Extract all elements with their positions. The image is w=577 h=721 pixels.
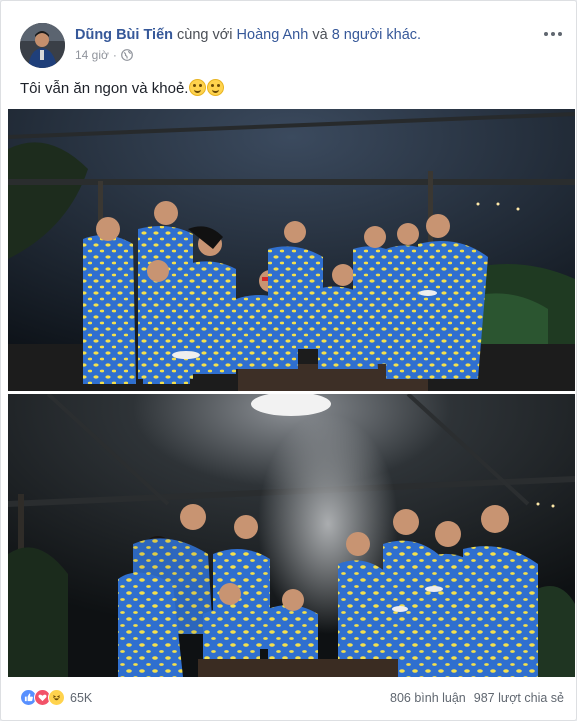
post-card: Dũng Bùi Tiến cùng với Hoàng Anh và 8 ng… xyxy=(0,0,577,721)
post-photo-2[interactable] xyxy=(8,394,575,677)
post-photo-1[interactable] xyxy=(8,109,575,391)
comments-count-link[interactable]: 806 bình luận xyxy=(390,691,466,705)
post-header: Dũng Bùi Tiến cùng với Hoàng Anh và 8 ng… xyxy=(20,23,564,69)
smiling-face-emoji xyxy=(189,79,207,96)
tagged-person-link[interactable]: Hoàng Anh xyxy=(237,27,309,43)
smiling-face-emoji xyxy=(207,79,225,96)
others-link[interactable]: 8 người khác. xyxy=(332,27,421,43)
post-stats: 806 bình luận 987 lượt chia sẻ xyxy=(390,691,564,705)
with-text: cùng với xyxy=(177,27,233,43)
reaction-count: 65K xyxy=(70,690,93,705)
more-dot-icon xyxy=(544,32,548,36)
post-meta: 14 giờ · xyxy=(75,48,133,62)
author-line: Dũng Bùi Tiến cùng với Hoàng Anh và 8 ng… xyxy=(75,27,421,43)
reactions-summary[interactable]: 65K xyxy=(20,689,92,706)
post-caption: Tôi vẫn ăn ngon và khoẻ. xyxy=(20,79,225,97)
post-footer: 65K 806 bình luận 987 lượt chia sẻ xyxy=(20,685,564,709)
more-options-button[interactable] xyxy=(542,27,564,41)
caption-text: Tôi vẫn ăn ngon và khoẻ. xyxy=(20,80,189,97)
and-text: và xyxy=(312,27,328,43)
post-time[interactable]: 14 giờ xyxy=(75,48,109,62)
meta-separator: · xyxy=(112,48,117,62)
more-dot-icon xyxy=(551,32,555,36)
avatar[interactable] xyxy=(20,23,65,68)
author-name[interactable]: Dũng Bùi Tiến xyxy=(75,27,173,43)
haha-icon xyxy=(48,689,65,706)
shares-count-link[interactable]: 987 lượt chia sẻ xyxy=(474,691,564,705)
globe-icon[interactable] xyxy=(120,49,133,61)
more-dot-icon xyxy=(558,32,562,36)
